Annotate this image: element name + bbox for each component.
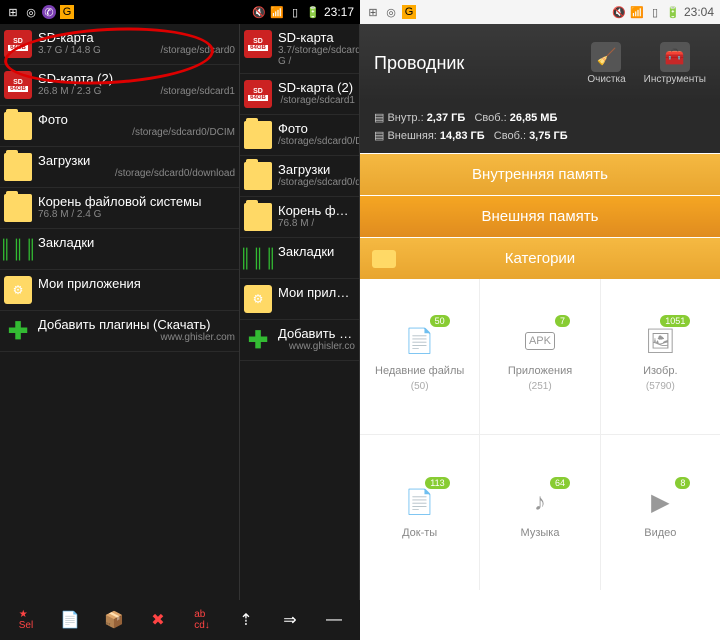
category-cell[interactable]: 📄50 Недавние файлы (50)	[360, 279, 479, 434]
list-item[interactable]: Корень файловой системы76.8 M /	[240, 197, 359, 238]
list-item[interactable]: Фото/storage/sdcard0/DCIM	[240, 115, 359, 156]
sd-icon: SD64GB	[244, 80, 272, 108]
list-item[interactable]: ⚙Мои приложения	[0, 270, 239, 311]
plus-icon: ⊞	[366, 5, 380, 19]
list-item[interactable]: Загрузки/storage/sdcard0/download	[240, 156, 359, 197]
battery-icon: 🔋	[306, 5, 320, 19]
bookmark-icon: ║║║	[4, 235, 32, 263]
forward-button[interactable]: ⇒	[274, 604, 306, 636]
apps-icon: ⚙	[244, 285, 272, 313]
app-icon-status: G	[402, 5, 416, 19]
select-button[interactable]: ★Sel	[10, 604, 42, 636]
category-cell[interactable]: 📄113 Док-ты	[360, 435, 479, 590]
pane-b[interactable]: SD64GBSD-карта3.7 G //storage/sdcard0SD6…	[240, 24, 360, 600]
pack-button[interactable]: 📦	[98, 604, 130, 636]
list-item[interactable]: Корень файловой системы76.8 M / 2.4 G	[0, 188, 239, 229]
statusbar-right: ⊞ ◎ G 🔇 📶 ▯ 🔋 23:04	[360, 0, 720, 24]
plus-icon: ✚	[244, 326, 272, 354]
list-item[interactable]: SD64GBSD-карта (2)/storage/sdcard1	[240, 74, 359, 115]
wifi-icon: 📶	[630, 5, 644, 19]
sd-icon: SD64GB	[244, 30, 272, 58]
list-item[interactable]: ║║║Закладки	[240, 238, 359, 279]
category-icon: 📄50	[400, 321, 440, 361]
list-item[interactable]: Загрузки/storage/sdcard0/download	[0, 147, 239, 188]
folder-icon	[4, 194, 32, 222]
mute-icon: 🔇	[252, 5, 266, 19]
category-cell[interactable]: ♪64 Музыка	[480, 435, 599, 590]
list-item[interactable]: SD64GBSD-карта3.7 G / 14.8 G/storage/sdc…	[0, 24, 239, 65]
close-button[interactable]: ―	[318, 604, 350, 636]
category-cell[interactable]: ▶8 Видео	[601, 435, 720, 590]
list-item[interactable]: ✚Добавить плагины (Скачать)www.ghisler.c…	[0, 311, 239, 352]
list-item[interactable]: SD64GBSD-карта (2)26.8 M / 2.3 G/storage…	[0, 65, 239, 106]
plus-icon: ⊞	[6, 5, 20, 19]
tab-categories[interactable]: Категории	[360, 237, 720, 279]
copy-button[interactable]: 📄	[54, 604, 86, 636]
phone-right: ⊞ ◎ G 🔇 📶 ▯ 🔋 23:04 Проводник 🧹 Очистка …	[360, 0, 720, 640]
delete-button[interactable]: ✖	[142, 604, 174, 636]
list-item[interactable]: ║║║Закладки	[0, 229, 239, 270]
statusbar-left: ⊞ ◎ ✆ G 🔇 📶 ▯ 🔋 23:17	[0, 0, 360, 24]
battery-icon: 🔋	[666, 5, 680, 19]
bottom-toolbar: ★Sel 📄 📦 ✖ abcd↓ ⇡ ⇒ ―	[0, 600, 360, 640]
folder-icon	[244, 162, 272, 190]
app-icon-status: G	[60, 5, 74, 19]
sim-icon: ▯	[648, 5, 662, 19]
mute-icon: 🔇	[612, 5, 626, 19]
phone-left: ⊞ ◎ ✆ G 🔇 📶 ▯ 🔋 23:17 SD64GBSD-карта3.7 …	[0, 0, 360, 640]
toolbox-icon: 🧰	[660, 42, 690, 72]
bookmark-icon: ║║║	[244, 244, 272, 272]
app-title: Проводник	[374, 53, 569, 74]
sd-icon: SD64GB	[4, 30, 32, 58]
category-icon: 🖼1051	[640, 321, 680, 361]
category-icon: ▶8	[640, 483, 680, 523]
category-grid: 📄50 Недавние файлы (50) APK7 Приложения …	[360, 279, 720, 590]
folder-icon	[372, 250, 396, 268]
target-icon: ◎	[24, 5, 38, 19]
folder-icon	[4, 112, 32, 140]
folder-icon	[4, 153, 32, 181]
folder-icon	[244, 203, 272, 231]
tab-external[interactable]: Внешняя память	[360, 195, 720, 237]
category-icon: ♪64	[520, 483, 560, 523]
list-item[interactable]: ✚Добавить плагины (Скачать)www.ghisler.c…	[240, 320, 359, 361]
tools-button[interactable]: 🧰 Инструменты	[644, 42, 706, 85]
wifi-icon: 📶	[270, 5, 284, 19]
dual-pane: SD64GBSD-карта3.7 G / 14.8 G/storage/sdc…	[0, 24, 360, 600]
sim-icon: ▯	[288, 5, 302, 19]
pane-a[interactable]: SD64GBSD-карта3.7 G / 14.8 G/storage/sdc…	[0, 24, 240, 600]
clock: 23:04	[684, 5, 714, 19]
sort-button[interactable]: abcd↓	[186, 604, 218, 636]
app-header: Проводник 🧹 Очистка 🧰 Инструменты	[360, 24, 720, 102]
clock: 23:17	[324, 5, 354, 19]
sd-icon: SD64GB	[4, 71, 32, 99]
folder-icon	[244, 121, 272, 149]
viber-icon: ✆	[42, 5, 56, 19]
list-item[interactable]: ⚙Мои приложения	[240, 279, 359, 320]
apps-icon: ⚙	[4, 276, 32, 304]
storage-info: ▤ Внутр.: 2,37 ГБ Своб.: 26,85 МБ▤ Внешн…	[360, 102, 720, 153]
broom-icon: 🧹	[591, 42, 621, 72]
clean-button[interactable]: 🧹 Очистка	[587, 42, 625, 85]
category-cell[interactable]: 🖼1051 Изобр. (5790)	[601, 279, 720, 434]
top-button[interactable]: ⇡	[230, 604, 262, 636]
plus-icon: ✚	[4, 317, 32, 345]
list-item[interactable]: Фото/storage/sdcard0/DCIM	[0, 106, 239, 147]
category-icon: 📄113	[400, 483, 440, 523]
category-icon: APK7	[520, 321, 560, 361]
category-cell[interactable]: APK7 Приложения (251)	[480, 279, 599, 434]
tab-internal[interactable]: Внутренняя память	[360, 153, 720, 195]
list-item[interactable]: SD64GBSD-карта3.7 G //storage/sdcard0	[240, 24, 359, 74]
target-icon: ◎	[384, 5, 398, 19]
storage-tabs: Внутренняя память Внешняя память Категор…	[360, 153, 720, 279]
